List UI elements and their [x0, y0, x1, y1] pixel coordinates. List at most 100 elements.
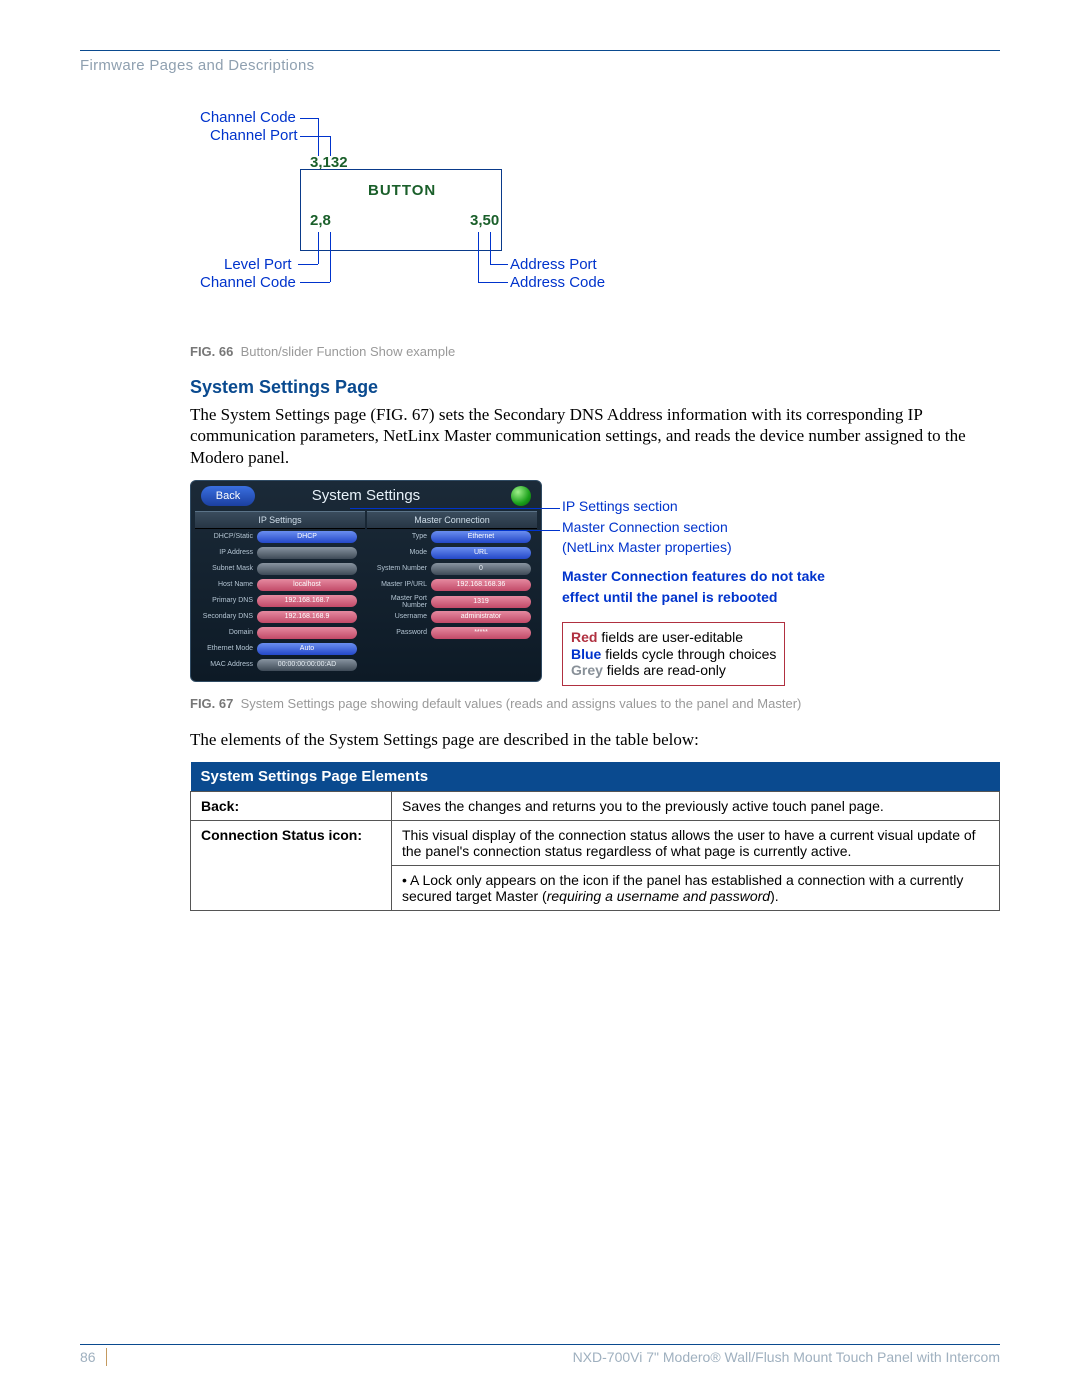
- row-bullet: • A Lock only appears on the icon if the…: [392, 866, 1000, 911]
- document-page: Firmware Pages and Descriptions 3,132 BU…: [80, 50, 1000, 911]
- connection-status-icon[interactable]: [511, 486, 531, 506]
- section-heading: System Settings Page: [190, 377, 1000, 398]
- legend-blue-key: Blue: [571, 646, 601, 662]
- ip-settings-header: IP Settings: [195, 511, 365, 529]
- field-value-chip[interactable]: 1319: [431, 596, 531, 608]
- callout-channel-code: Channel Code: [200, 109, 296, 126]
- panel-field-row: Host Name localhost: [197, 579, 363, 593]
- field-value-chip[interactable]: administrator: [431, 611, 531, 623]
- legend-blue-val: fields cycle through choices: [601, 646, 776, 662]
- fig67: Back System Settings IP Settings Master …: [190, 480, 1000, 690]
- panel-field-row: Primary DNS 192.168.168.7: [197, 595, 363, 609]
- field-label: Mode: [371, 549, 427, 556]
- row-val: This visual display of the connection st…: [392, 821, 1000, 866]
- field-value-chip[interactable]: 192.168.168.36: [431, 579, 531, 591]
- panel-field-row: Master IP/URL 192.168.168.36: [371, 579, 537, 593]
- field-label: System Number: [371, 565, 427, 572]
- field-label: Master Port Number: [371, 595, 427, 609]
- panel-field-row: Password *****: [371, 627, 537, 641]
- fig66-caption: FIG. 66 Button/slider Function Show exam…: [190, 344, 1000, 359]
- callout-channel-code-b: Channel Code: [200, 274, 296, 291]
- table-intro: The elements of the System Settings page…: [190, 729, 1000, 750]
- fig66-diagram: 3,132 BUTTON 2,8 3,50 Channel Code Chann…: [190, 114, 1000, 334]
- header-rule: [80, 50, 1000, 51]
- field-value-chip[interactable]: [257, 627, 357, 639]
- channel-code-value-top: 3,132: [310, 154, 348, 171]
- panel-field-row: Secondary DNS192.168.168.9: [197, 611, 363, 625]
- panel-field-row: MAC Address 00:00:00:00:00:AD: [197, 659, 363, 673]
- bullet-text-ital: requiring a username and password: [547, 888, 770, 904]
- address-value: 3,50: [470, 212, 499, 229]
- table-row: Connection Status icon: This visual disp…: [191, 821, 1000, 866]
- field-label: Host Name: [197, 581, 253, 588]
- legend-grey-key: Grey: [571, 662, 603, 678]
- table-row: Back: Saves the changes and returns you …: [191, 792, 1000, 821]
- field-value-chip: [257, 563, 357, 575]
- field-label: Master IP/URL: [371, 581, 427, 588]
- fig66-caption-label: FIG. 66: [190, 344, 233, 359]
- panel-field-row: IP Address: [197, 547, 363, 561]
- field-label: Password: [371, 629, 427, 636]
- bullet-tail: ).: [770, 888, 779, 904]
- page-footer: 86 NXD-700Vi 7" Modero® Wall/Flush Mount…: [80, 1344, 1000, 1367]
- panel-field-row: Type Ethernet: [371, 531, 537, 545]
- panel-field-row: DHCP/Static DHCP: [197, 531, 363, 545]
- fig67-caption-label: FIG. 67: [190, 696, 233, 711]
- callout-address-port: Address Port: [510, 256, 597, 273]
- running-header: Firmware Pages and Descriptions: [80, 57, 1000, 74]
- field-value-chip[interactable]: Ethernet: [431, 531, 531, 543]
- field-label: Username: [371, 613, 427, 620]
- field-label: IP Address: [197, 549, 253, 556]
- callout-mc-section: Master Connection section: [562, 519, 992, 536]
- callout-warn2: effect until the panel is rebooted: [562, 589, 992, 606]
- footer-rule: [106, 1348, 107, 1366]
- fig67-caption-text: System Settings page showing default val…: [241, 696, 802, 711]
- panel-field-row: Master Port Number 1319: [371, 595, 537, 609]
- callout-address-code: Address Code: [510, 274, 605, 291]
- field-value-chip[interactable]: 192.168.168.7: [257, 595, 357, 607]
- footer-product: NXD-700Vi 7" Modero® Wall/Flush Mount To…: [573, 1345, 1000, 1365]
- field-label: Primary DNS: [197, 597, 253, 604]
- panel-field-row: Subnet Mask: [197, 563, 363, 577]
- row-key: Connection Status icon:: [191, 821, 392, 911]
- callout-channel-port: Channel Port: [210, 127, 298, 144]
- field-label: Ethernet Mode: [197, 645, 253, 652]
- legend-red-key: Red: [571, 629, 597, 645]
- button-label: BUTTON: [368, 182, 436, 199]
- fig66-caption-text: Button/slider Function Show example: [241, 344, 456, 359]
- callout-mc-section2: (NetLinx Master properties): [562, 539, 992, 556]
- panel-field-row: Ethernet Mode Auto: [197, 643, 363, 657]
- panel-field-row: Username administrator: [371, 611, 537, 625]
- field-value-chip[interactable]: DHCP: [257, 531, 357, 543]
- master-connection-header: Master Connection: [367, 511, 537, 529]
- field-label: MAC Address: [197, 661, 253, 668]
- field-value-chip[interactable]: localhost: [257, 579, 357, 591]
- field-value-chip[interactable]: *****: [431, 627, 531, 639]
- fig67-caption: FIG. 67 System Settings page showing def…: [190, 696, 1000, 711]
- page-number: 86: [80, 1345, 96, 1365]
- fig67-callouts: IP Settings section Master Connection se…: [562, 480, 992, 686]
- field-value-chip: [257, 547, 357, 559]
- callout-ip-section: IP Settings section: [562, 498, 992, 515]
- field-legend: Red fields are user-editable Blue fields…: [562, 622, 785, 686]
- legend-grey-val: fields are read-only: [603, 662, 726, 678]
- callout-level-port: Level Port: [224, 256, 292, 273]
- field-label: Subnet Mask: [197, 565, 253, 572]
- field-value-chip[interactable]: Auto: [257, 643, 357, 655]
- panel-title: System Settings: [191, 487, 541, 504]
- row-key: Back:: [191, 792, 392, 821]
- panel-field-row: Domain: [197, 627, 363, 641]
- section-paragraph: The System Settings page (FIG. 67) sets …: [190, 404, 1000, 468]
- table-title: System Settings Page Elements: [191, 762, 1000, 792]
- field-value-chip: 0: [431, 563, 531, 575]
- field-value-chip[interactable]: 192.168.168.9: [257, 611, 357, 623]
- field-label: Domain: [197, 629, 253, 636]
- panel-field-row: System Number 0: [371, 563, 537, 577]
- field-label: Type: [371, 533, 427, 540]
- elements-table: System Settings Page Elements Back: Save…: [190, 762, 1000, 911]
- level-value: 2,8: [310, 212, 331, 229]
- field-value-chip[interactable]: URL: [431, 547, 531, 559]
- field-value-chip: 00:00:00:00:00:AD: [257, 659, 357, 671]
- field-label: DHCP/Static: [197, 533, 253, 540]
- legend-red-val: fields are user-editable: [597, 629, 743, 645]
